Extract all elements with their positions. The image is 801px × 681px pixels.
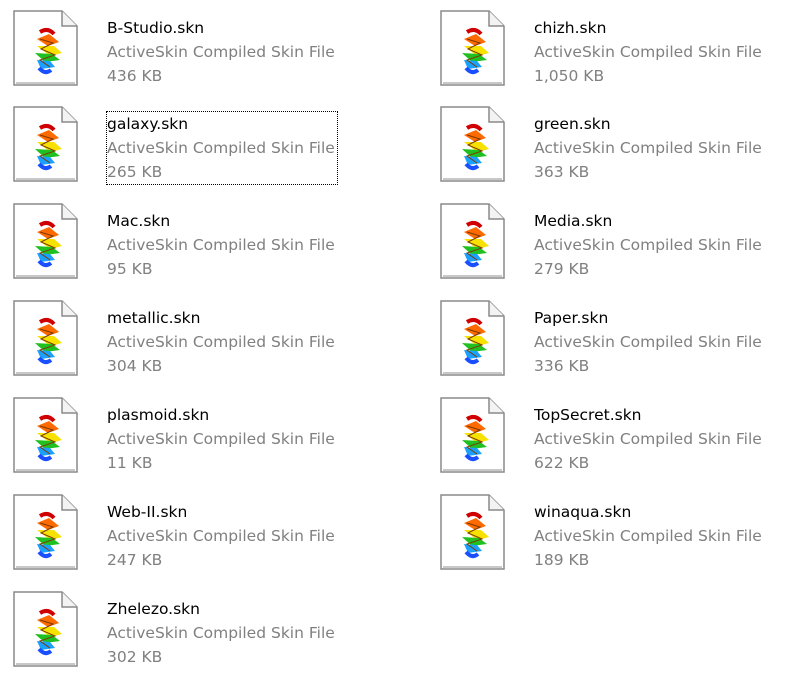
file-size: 304 KB [107, 357, 163, 375]
file-name: Web-II.skn [107, 503, 188, 521]
skin-file-icon [10, 494, 80, 570]
skin-file-icon [437, 203, 507, 279]
file-label: B-Studio.skn ActiveSkin Compiled Skin Fi… [107, 16, 335, 88]
skin-file-icon [437, 300, 507, 376]
file-item[interactable]: metallic.skn ActiveSkin Compiled Skin Fi… [10, 300, 410, 390]
file-item[interactable]: Zhelezo.skn ActiveSkin Compiled Skin Fil… [10, 591, 410, 681]
file-name: chizh.skn [534, 19, 607, 37]
file-name: winaqua.skn [534, 503, 632, 521]
file-name: Paper.skn [534, 309, 609, 327]
file-size: 95 KB [107, 260, 153, 278]
file-name: green.skn [534, 115, 611, 133]
file-name: galaxy.skn [107, 115, 189, 133]
skin-file-icon [10, 203, 80, 279]
file-name: plasmoid.skn [107, 406, 210, 424]
file-label: green.skn ActiveSkin Compiled Skin File … [534, 112, 762, 184]
skin-file-icon [10, 10, 80, 86]
file-type: ActiveSkin Compiled Skin File [107, 333, 335, 351]
file-label: winaqua.skn ActiveSkin Compiled Skin Fil… [534, 500, 762, 572]
file-name: Media.skn [534, 212, 613, 230]
file-type: ActiveSkin Compiled Skin File [107, 624, 335, 642]
file-label: galaxy.skn ActiveSkin Compiled Skin File… [106, 111, 338, 185]
file-name: Zhelezo.skn [107, 600, 200, 618]
file-item[interactable]: plasmoid.skn ActiveSkin Compiled Skin Fi… [10, 397, 410, 487]
file-label: Mac.skn ActiveSkin Compiled Skin File 95… [107, 209, 335, 281]
skin-file-icon [10, 397, 80, 473]
file-name: metallic.skn [107, 309, 201, 327]
file-size: 189 KB [534, 551, 590, 569]
skin-file-icon [10, 300, 80, 376]
file-label: TopSecret.skn ActiveSkin Compiled Skin F… [534, 403, 762, 475]
file-type: ActiveSkin Compiled Skin File [534, 333, 762, 351]
file-type: ActiveSkin Compiled Skin File [107, 236, 335, 254]
file-label: Paper.skn ActiveSkin Compiled Skin File … [534, 306, 762, 378]
file-name: Mac.skn [107, 212, 171, 230]
file-size: 247 KB [107, 551, 163, 569]
file-label: Media.skn ActiveSkin Compiled Skin File … [534, 209, 762, 281]
file-item[interactable]: Mac.skn ActiveSkin Compiled Skin File 95… [10, 203, 410, 293]
file-type: ActiveSkin Compiled Skin File [107, 43, 335, 61]
skin-file-icon [437, 10, 507, 86]
skin-file-icon [10, 106, 80, 182]
file-item[interactable]: Web-II.skn ActiveSkin Compiled Skin File… [10, 494, 410, 584]
skin-file-icon [437, 494, 507, 570]
file-size: 336 KB [534, 357, 590, 375]
file-type: ActiveSkin Compiled Skin File [534, 430, 762, 448]
file-type: ActiveSkin Compiled Skin File [534, 43, 762, 61]
file-name: B-Studio.skn [107, 19, 205, 37]
file-item[interactable]: winaqua.skn ActiveSkin Compiled Skin Fil… [437, 494, 801, 584]
file-size: 363 KB [534, 163, 590, 181]
file-item[interactable]: galaxy.skn ActiveSkin Compiled Skin File… [10, 106, 410, 196]
file-size: 279 KB [534, 260, 590, 278]
file-label: Web-II.skn ActiveSkin Compiled Skin File… [107, 500, 335, 572]
skin-file-icon [437, 397, 507, 473]
file-size: 622 KB [534, 454, 590, 472]
file-item[interactable]: Paper.skn ActiveSkin Compiled Skin File … [437, 300, 801, 390]
skin-file-icon [10, 591, 80, 667]
skin-file-icon [437, 106, 507, 182]
file-label: metallic.skn ActiveSkin Compiled Skin Fi… [107, 306, 335, 378]
file-size: 1,050 KB [534, 67, 605, 85]
file-item[interactable]: TopSecret.skn ActiveSkin Compiled Skin F… [437, 397, 801, 487]
file-type: ActiveSkin Compiled Skin File [107, 527, 335, 545]
file-item[interactable]: B-Studio.skn ActiveSkin Compiled Skin Fi… [10, 10, 410, 100]
file-size: 265 KB [107, 163, 163, 181]
file-type: ActiveSkin Compiled Skin File [534, 139, 762, 157]
file-item[interactable]: Media.skn ActiveSkin Compiled Skin File … [437, 203, 801, 293]
file-size: 436 KB [107, 67, 163, 85]
file-type: ActiveSkin Compiled Skin File [107, 139, 335, 157]
file-label: Zhelezo.skn ActiveSkin Compiled Skin Fil… [107, 597, 335, 669]
file-item[interactable]: green.skn ActiveSkin Compiled Skin File … [437, 106, 801, 196]
file-label: chizh.skn ActiveSkin Compiled Skin File … [534, 16, 762, 88]
file-item[interactable]: chizh.skn ActiveSkin Compiled Skin File … [437, 10, 801, 100]
file-type: ActiveSkin Compiled Skin File [107, 430, 335, 448]
file-type: ActiveSkin Compiled Skin File [534, 527, 762, 545]
file-size: 302 KB [107, 648, 163, 666]
file-size: 11 KB [107, 454, 153, 472]
file-label: plasmoid.skn ActiveSkin Compiled Skin Fi… [107, 403, 335, 475]
file-name: TopSecret.skn [534, 406, 642, 424]
file-type: ActiveSkin Compiled Skin File [534, 236, 762, 254]
